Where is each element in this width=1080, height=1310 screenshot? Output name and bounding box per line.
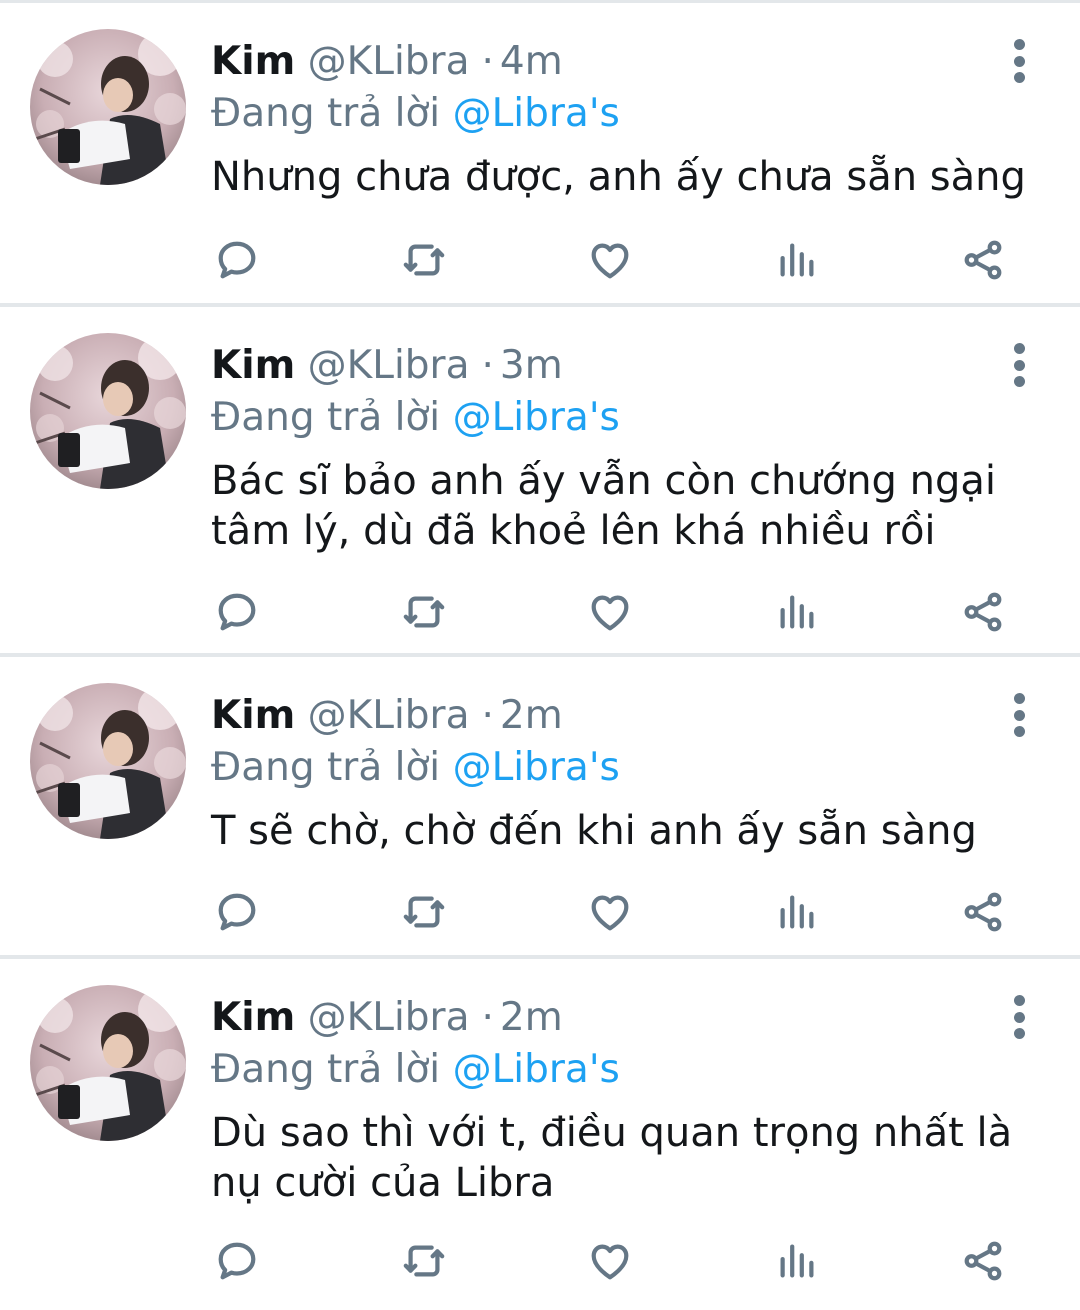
retweet-button[interactable] bbox=[399, 1236, 449, 1286]
analytics-icon bbox=[780, 895, 813, 929]
share-icon bbox=[964, 1241, 1002, 1281]
reply-icon bbox=[218, 241, 256, 279]
share-button[interactable] bbox=[958, 887, 1008, 937]
mention-link[interactable]: @Libra's bbox=[453, 91, 620, 136]
tweet-actions bbox=[212, 887, 1008, 937]
share-button[interactable] bbox=[958, 1236, 1008, 1286]
tweet-time[interactable]: 3m bbox=[500, 343, 563, 388]
author-name[interactable]: Kim bbox=[211, 693, 295, 738]
reply-icon bbox=[218, 1242, 256, 1280]
tweet-actions bbox=[212, 587, 1008, 637]
share-icon bbox=[964, 592, 1002, 632]
analytics-button[interactable] bbox=[772, 587, 822, 637]
separator-dot: · bbox=[481, 693, 494, 738]
tweet-actions bbox=[212, 1236, 1008, 1286]
separator-dot: · bbox=[481, 39, 494, 84]
tweet[interactable]: Kim @KLibra · 4m Đang trả lời @Libra's Như… bbox=[0, 3, 1080, 307]
analytics-button[interactable] bbox=[772, 235, 822, 285]
reply-button[interactable] bbox=[212, 235, 262, 285]
author-handle[interactable]: @KLibra bbox=[308, 343, 470, 388]
author-name[interactable]: Kim bbox=[211, 343, 295, 388]
avatar[interactable] bbox=[30, 683, 186, 839]
retweet-icon bbox=[403, 896, 444, 928]
like-button[interactable] bbox=[585, 1236, 635, 1286]
tweet-header: Kim @KLibra · 3m bbox=[211, 341, 563, 391]
author-name[interactable]: Kim bbox=[211, 995, 295, 1040]
reply-icon bbox=[218, 593, 256, 631]
tweet-header: Kim @KLibra · 2m bbox=[211, 691, 563, 741]
share-icon bbox=[964, 240, 1002, 280]
tweet-text: Dù sao thì với t, điều quan trọng nhất l… bbox=[211, 1110, 1013, 1206]
mention-link[interactable]: @Libra's bbox=[453, 1047, 620, 1092]
replying-to: Đang trả lời @Libra's bbox=[211, 393, 620, 443]
tweet-actions bbox=[212, 235, 1008, 285]
share-icon bbox=[964, 892, 1002, 932]
replying-to-label: Đang trả lời bbox=[211, 745, 441, 790]
author-handle[interactable]: @KLibra bbox=[308, 995, 470, 1040]
more-icon[interactable] bbox=[1004, 39, 1034, 83]
like-icon bbox=[591, 895, 629, 931]
mention-link[interactable]: @Libra's bbox=[453, 395, 620, 440]
tweet[interactable]: Kim @KLibra · 2m Đang trả lời @Libra's Dù … bbox=[0, 959, 1080, 1310]
like-icon bbox=[591, 1244, 629, 1280]
tweet-text: Bác sĩ bảo anh ấy vẫn còn chướng ngại tâ… bbox=[211, 458, 997, 554]
analytics-icon bbox=[780, 243, 813, 277]
mention-link[interactable]: @Libra's bbox=[453, 745, 620, 790]
tweet-time[interactable]: 2m bbox=[500, 995, 563, 1040]
retweet-button[interactable] bbox=[399, 235, 449, 285]
tweet[interactable]: Kim @KLibra · 3m Đang trả lời @Libra's Bác… bbox=[0, 307, 1080, 657]
avatar[interactable] bbox=[30, 985, 186, 1141]
retweet-icon bbox=[403, 1245, 444, 1277]
replying-to-label: Đang trả lời bbox=[211, 1047, 441, 1092]
retweet-button[interactable] bbox=[399, 587, 449, 637]
separator-dot: · bbox=[481, 995, 494, 1040]
tweet-header: Kim @KLibra · 4m bbox=[211, 37, 563, 87]
author-handle[interactable]: @KLibra bbox=[308, 39, 470, 84]
analytics-icon bbox=[780, 1244, 813, 1278]
replying-to: Đang trả lời @Libra's bbox=[211, 89, 620, 139]
like-icon bbox=[591, 243, 629, 279]
avatar[interactable] bbox=[30, 333, 186, 489]
like-button[interactable] bbox=[585, 887, 635, 937]
retweet-icon bbox=[403, 244, 444, 276]
reply-button[interactable] bbox=[212, 887, 262, 937]
share-button[interactable] bbox=[958, 587, 1008, 637]
reply-button[interactable] bbox=[212, 1236, 262, 1286]
like-button[interactable] bbox=[585, 587, 635, 637]
more-icon[interactable] bbox=[1004, 693, 1034, 737]
share-button[interactable] bbox=[958, 235, 1008, 285]
analytics-button[interactable] bbox=[772, 1236, 822, 1286]
more-icon[interactable] bbox=[1004, 995, 1034, 1039]
reply-icon bbox=[218, 893, 256, 931]
tweet-header: Kim @KLibra · 2m bbox=[211, 993, 563, 1043]
like-icon bbox=[591, 595, 629, 631]
retweet-button[interactable] bbox=[399, 887, 449, 937]
analytics-icon bbox=[780, 595, 813, 629]
analytics-button[interactable] bbox=[772, 887, 822, 937]
author-name[interactable]: Kim bbox=[211, 39, 295, 84]
replying-to-label: Đang trả lời bbox=[211, 395, 441, 440]
separator-dot: · bbox=[481, 343, 494, 388]
tweet-text: T sẽ chờ, chờ đến khi anh ấy sẵn sàng bbox=[211, 808, 977, 854]
replying-to: Đang trả lời @Libra's bbox=[211, 1045, 620, 1095]
retweet-icon bbox=[403, 596, 444, 628]
tweet-thread: Kim @KLibra · 4m Đang trả lời @Libra's Như… bbox=[0, 3, 1080, 1310]
like-button[interactable] bbox=[585, 235, 635, 285]
replying-to: Đang trả lời @Libra's bbox=[211, 743, 620, 793]
tweet-text: Nhưng chưa được, anh ấy chưa sẵn sàng bbox=[211, 154, 1026, 200]
tweet-time[interactable]: 2m bbox=[500, 693, 563, 738]
reply-button[interactable] bbox=[212, 587, 262, 637]
more-icon[interactable] bbox=[1004, 343, 1034, 387]
author-handle[interactable]: @KLibra bbox=[308, 693, 470, 738]
tweet[interactable]: Kim @KLibra · 2m Đang trả lời @Libra's T s… bbox=[0, 657, 1080, 959]
tweet-time[interactable]: 4m bbox=[500, 39, 563, 84]
avatar[interactable] bbox=[30, 29, 186, 185]
replying-to-label: Đang trả lời bbox=[211, 91, 441, 136]
